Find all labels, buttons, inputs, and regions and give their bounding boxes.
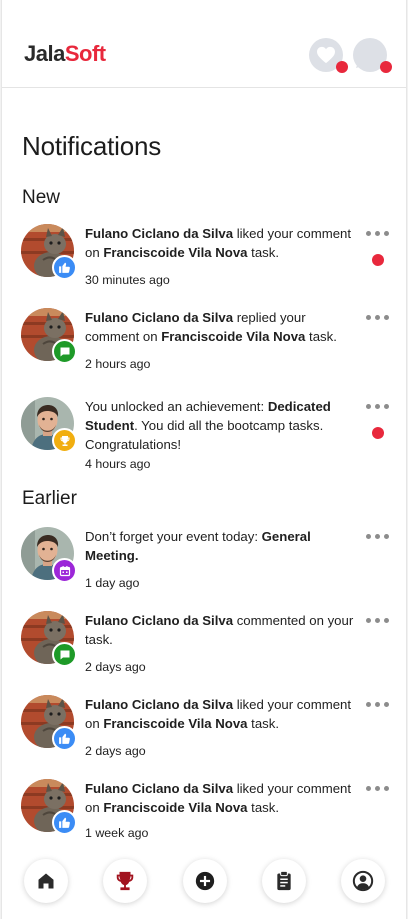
bottom-navigation <box>2 855 406 915</box>
nav-profile-button[interactable] <box>341 859 385 903</box>
text-actor: Fulano Ciclano da Silva <box>85 781 234 796</box>
more-options-icon[interactable] <box>366 312 390 322</box>
notification-time: 2 days ago <box>85 744 146 758</box>
more-options-icon[interactable] <box>366 531 390 541</box>
section-title-new: New <box>22 187 61 208</box>
comment-icon <box>60 650 69 659</box>
app-screen: JalaSoft Notifications New Fulano Ciclan… <box>1 0 407 919</box>
section-title-earlier: Earlier <box>22 488 77 509</box>
notification-time: 30 minutes ago <box>85 273 170 287</box>
more-options-icon[interactable] <box>366 228 390 238</box>
heart-icon <box>317 46 335 64</box>
more-options-icon[interactable] <box>366 615 390 625</box>
text-actor: Fulano Ciclano da Silva <box>85 697 234 712</box>
text-actor: Fulano Ciclano da Silva <box>85 613 234 628</box>
thumbs-up-icon <box>59 733 70 744</box>
text-actor: Fulano Ciclano da Silva <box>85 226 234 241</box>
unread-dot <box>372 427 384 439</box>
notification-text: Don’t forget your event today: General M… <box>85 527 363 565</box>
comment-badge <box>52 642 77 667</box>
more-options-icon[interactable] <box>366 401 390 411</box>
calendar-badge <box>52 558 77 583</box>
comment-badge <box>52 339 77 364</box>
text-target: Franciscoide Vila Nova <box>103 245 248 260</box>
logo-text-part1: Jala <box>24 41 65 66</box>
more-options-icon[interactable] <box>366 783 390 793</box>
notification-text: Fulano Ciclano da Silva liked your comme… <box>85 224 363 262</box>
favorites-unread-dot <box>336 61 348 73</box>
notification-time: 2 hours ago <box>85 357 151 371</box>
trophy-badge <box>52 428 77 453</box>
page-title: Notifications <box>22 131 162 161</box>
nav-add-button[interactable] <box>183 859 227 903</box>
thumbs-up-icon <box>59 262 70 273</box>
notification-text: You unlocked an achievement: Dedicated S… <box>85 397 363 454</box>
notification-time: 4 hours ago <box>85 457 151 471</box>
messages-button[interactable] <box>353 38 392 73</box>
text-post: task. <box>247 716 280 731</box>
notification-text: Fulano Ciclano da Silva replied your com… <box>85 308 363 346</box>
notification-time: 1 day ago <box>85 576 140 590</box>
nav-tasks-button[interactable] <box>262 859 306 903</box>
text-target: Franciscoide Vila Nova <box>161 329 306 344</box>
messages-unread-dot <box>380 61 392 73</box>
unread-dot <box>372 254 384 266</box>
text-target: Franciscoide Vila Nova <box>103 800 248 815</box>
thumbs-up-icon <box>59 817 70 828</box>
trophy-icon <box>60 435 69 446</box>
nav-home-button[interactable] <box>24 859 68 903</box>
text-target: Franciscoide Vila Nova <box>103 716 248 731</box>
profile-icon <box>352 870 374 892</box>
text-pre: You unlocked an achievement: <box>85 399 268 414</box>
more-options-icon[interactable] <box>366 699 390 709</box>
text-actor: Fulano Ciclano da Silva <box>85 310 234 325</box>
calendar-icon <box>59 565 70 576</box>
favorites-button[interactable] <box>309 38 348 73</box>
text-post: task. <box>247 245 280 260</box>
jalasoft-logo[interactable]: JalaSoft <box>24 41 106 67</box>
like-badge <box>52 726 77 751</box>
nav-achievements-button[interactable] <box>103 859 147 903</box>
home-icon <box>38 873 54 889</box>
notification-time: 2 days ago <box>85 660 146 674</box>
notification-time: 1 week ago <box>85 826 149 840</box>
text-post: task. <box>305 329 337 344</box>
trophy-icon <box>116 871 134 891</box>
add-icon <box>195 871 215 891</box>
clipboard-icon <box>277 870 291 891</box>
notification-text: Fulano Ciclano da Silva liked your comme… <box>85 695 363 733</box>
text-pre: Don’t forget your event today: <box>85 529 262 544</box>
notification-text: Fulano Ciclano da Silva liked your comme… <box>85 779 363 817</box>
app-header: JalaSoft <box>2 0 406 88</box>
text-post: task. <box>247 800 280 815</box>
logo-text-part2: Soft <box>64 41 106 66</box>
notification-text: Fulano Ciclano da Silva commented on you… <box>85 611 363 649</box>
like-badge <box>52 255 77 280</box>
comment-icon <box>60 347 69 356</box>
like-badge <box>52 810 77 835</box>
